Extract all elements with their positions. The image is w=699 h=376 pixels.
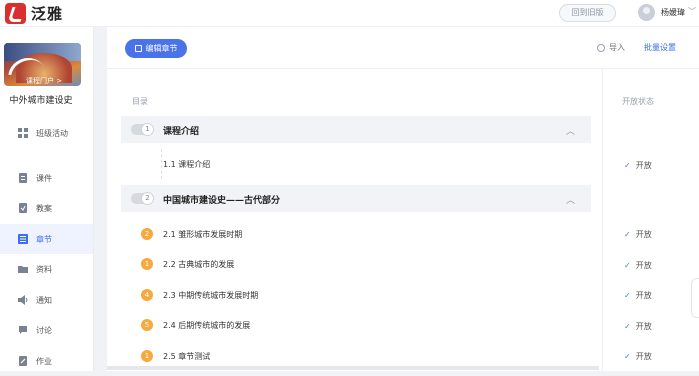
edit-icon (134, 45, 142, 52)
grid-icon (18, 128, 28, 138)
lesson-badge: 1 (141, 258, 153, 270)
sidebar-item-label: 章节 (36, 234, 52, 244)
open-status-label: 开放 (635, 352, 652, 361)
lesson-row[interactable]: 1.1 课程介绍 (121, 149, 591, 179)
side-drawer-handle[interactable] (691, 278, 699, 318)
catalog-column-header: 目录 (132, 97, 148, 106)
homework-icon (18, 356, 28, 366)
open-status[interactable]: ✓ 开放 (624, 321, 652, 332)
lesson-title[interactable]: 2.5 章节测试 (163, 351, 210, 362)
check-icon: ✓ (624, 161, 631, 170)
speaker-icon (18, 295, 28, 305)
edit-chapters-button[interactable]: 编辑章节 (125, 39, 187, 58)
sidebar-item-homework[interactable]: 作业 (0, 346, 93, 376)
lesson-badge: 2 (141, 228, 153, 240)
check-icon: ✓ (624, 291, 631, 300)
sidebar-item-label: 讨论 (36, 325, 52, 335)
lesson-row[interactable]: 2 2.1 雏形城市发展时期 (121, 219, 591, 249)
open-status-label: 开放 (635, 291, 652, 300)
folder-icon (18, 264, 28, 274)
tree-line (161, 149, 162, 179)
import-icon (597, 43, 605, 52)
back-to-old-version-button[interactable]: 回到旧版 (559, 4, 616, 22)
chapter-row[interactable]: 1 课程介绍 ︿ (121, 116, 591, 143)
lesson-title[interactable]: 2.1 雏形城市发展时期 (163, 229, 242, 240)
app-logo[interactable]: 泛雅 (5, 3, 63, 24)
avatar[interactable] (638, 4, 655, 21)
chapter-toggle[interactable]: 2 (131, 192, 154, 205)
lesson-title[interactable]: 2.2 古典城市的发展 (163, 259, 234, 270)
open-status[interactable]: ✓ 开放 (624, 260, 652, 271)
batch-settings-button[interactable]: 批量设置 (644, 42, 676, 53)
open-status-label: 开放 (635, 230, 652, 239)
open-status[interactable]: ✓ 开放 (624, 160, 652, 171)
lesson-plan-icon (18, 203, 28, 213)
lesson-badge: 4 (141, 289, 153, 301)
chevron-down-icon[interactable]: ﹀ (688, 6, 696, 17)
edit-chapters-label: 编辑章节 (145, 44, 178, 53)
chapter-panel: 编辑章节 导入 批量设置 目录 开放状态 1 课程介绍 ︿ 1.1 课程介绍 ✓… (107, 27, 699, 371)
chapter-number: 1 (141, 123, 154, 136)
sidebar: 课程门户 > 中外城市建设史 班级活动 课件 教案 章节 资料 通知 讨论 作业 (0, 27, 94, 371)
courseware-icon (18, 173, 28, 183)
lesson-badge: 5 (141, 319, 153, 331)
sidebar-item-notice[interactable]: 通知 (0, 285, 93, 315)
chat-icon (18, 325, 28, 335)
chapter-list-icon (18, 234, 28, 244)
open-status[interactable]: ✓ 开放 (624, 351, 652, 362)
lesson-title[interactable]: 2.3 中期传统城市发展时期 (163, 290, 258, 301)
chapter-toolbar: 编辑章节 导入 批量设置 (107, 27, 699, 69)
open-status[interactable]: ✓ 开放 (624, 290, 652, 301)
chevron-up-icon[interactable]: ︿ (566, 193, 575, 206)
import-button[interactable]: 导入 (597, 42, 625, 53)
user-name[interactable]: 杨媛瑋 (661, 7, 685, 18)
lesson-title[interactable]: 1.1 课程介绍 (163, 159, 210, 170)
lesson-row[interactable]: 4 2.3 中期传统城市发展时期 (121, 280, 591, 310)
sidebar-item-label: 班级活动 (36, 128, 68, 138)
sidebar-item-chapters[interactable]: 章节 (0, 224, 93, 254)
chapter-title: 课程介绍 (163, 127, 200, 137)
sidebar-item-class-activity[interactable]: 班级活动 (0, 118, 93, 148)
lesson-row[interactable]: 1 2.2 古典城市的发展 (121, 249, 591, 279)
open-status-label: 开放 (635, 261, 652, 270)
chevron-up-icon[interactable]: ︿ (566, 124, 575, 137)
sidebar-item-label: 课件 (36, 173, 52, 183)
sidebar-item-courseware[interactable]: 课件 (0, 163, 93, 193)
sidebar-item-discussion[interactable]: 讨论 (0, 315, 93, 345)
import-label: 导入 (609, 43, 625, 52)
status-column-header: 开放状态 (622, 97, 654, 106)
chapter-toggle[interactable]: 1 (131, 123, 154, 136)
sidebar-item-label: 资料 (36, 264, 52, 274)
sidebar-item-lesson-plan[interactable]: 教案 (0, 193, 93, 223)
open-status-label: 开放 (635, 161, 652, 170)
lesson-title[interactable]: 2.4 后期传统城市的发展 (163, 320, 250, 331)
sidebar-item-label: 教案 (36, 203, 52, 213)
sidebar-item-label: 作业 (36, 356, 52, 366)
chapter-row[interactable]: 2 中国城市建设史——古代部分 ︿ (121, 185, 591, 212)
open-status[interactable]: ✓ 开放 (624, 229, 652, 240)
check-icon: ✓ (624, 322, 631, 331)
chapter-title: 中国城市建设史——古代部分 (163, 196, 281, 206)
sidebar-item-materials[interactable]: 资料 (0, 254, 93, 284)
horizontal-scrollbar[interactable] (107, 366, 599, 370)
app-name: 泛雅 (31, 5, 64, 23)
check-icon: ✓ (624, 352, 631, 361)
sidebar-item-label: 通知 (36, 295, 52, 305)
top-bar: 泛雅 回到旧版 杨媛瑋 ﹀ (0, 0, 699, 27)
check-icon: ✓ (624, 261, 631, 270)
logo-icon (5, 3, 26, 24)
chapter-number: 2 (141, 192, 154, 205)
check-icon: ✓ (624, 230, 631, 239)
course-cover-image[interactable]: 课程门户 > (4, 43, 81, 86)
course-title: 中外城市建设史 (9, 96, 73, 106)
open-status-label: 开放 (635, 322, 652, 331)
course-portal-link[interactable]: 课程门户 > (26, 76, 62, 86)
lesson-row[interactable]: 5 2.4 后期传统城市的发展 (121, 310, 591, 340)
lesson-badge: 1 (141, 350, 153, 362)
